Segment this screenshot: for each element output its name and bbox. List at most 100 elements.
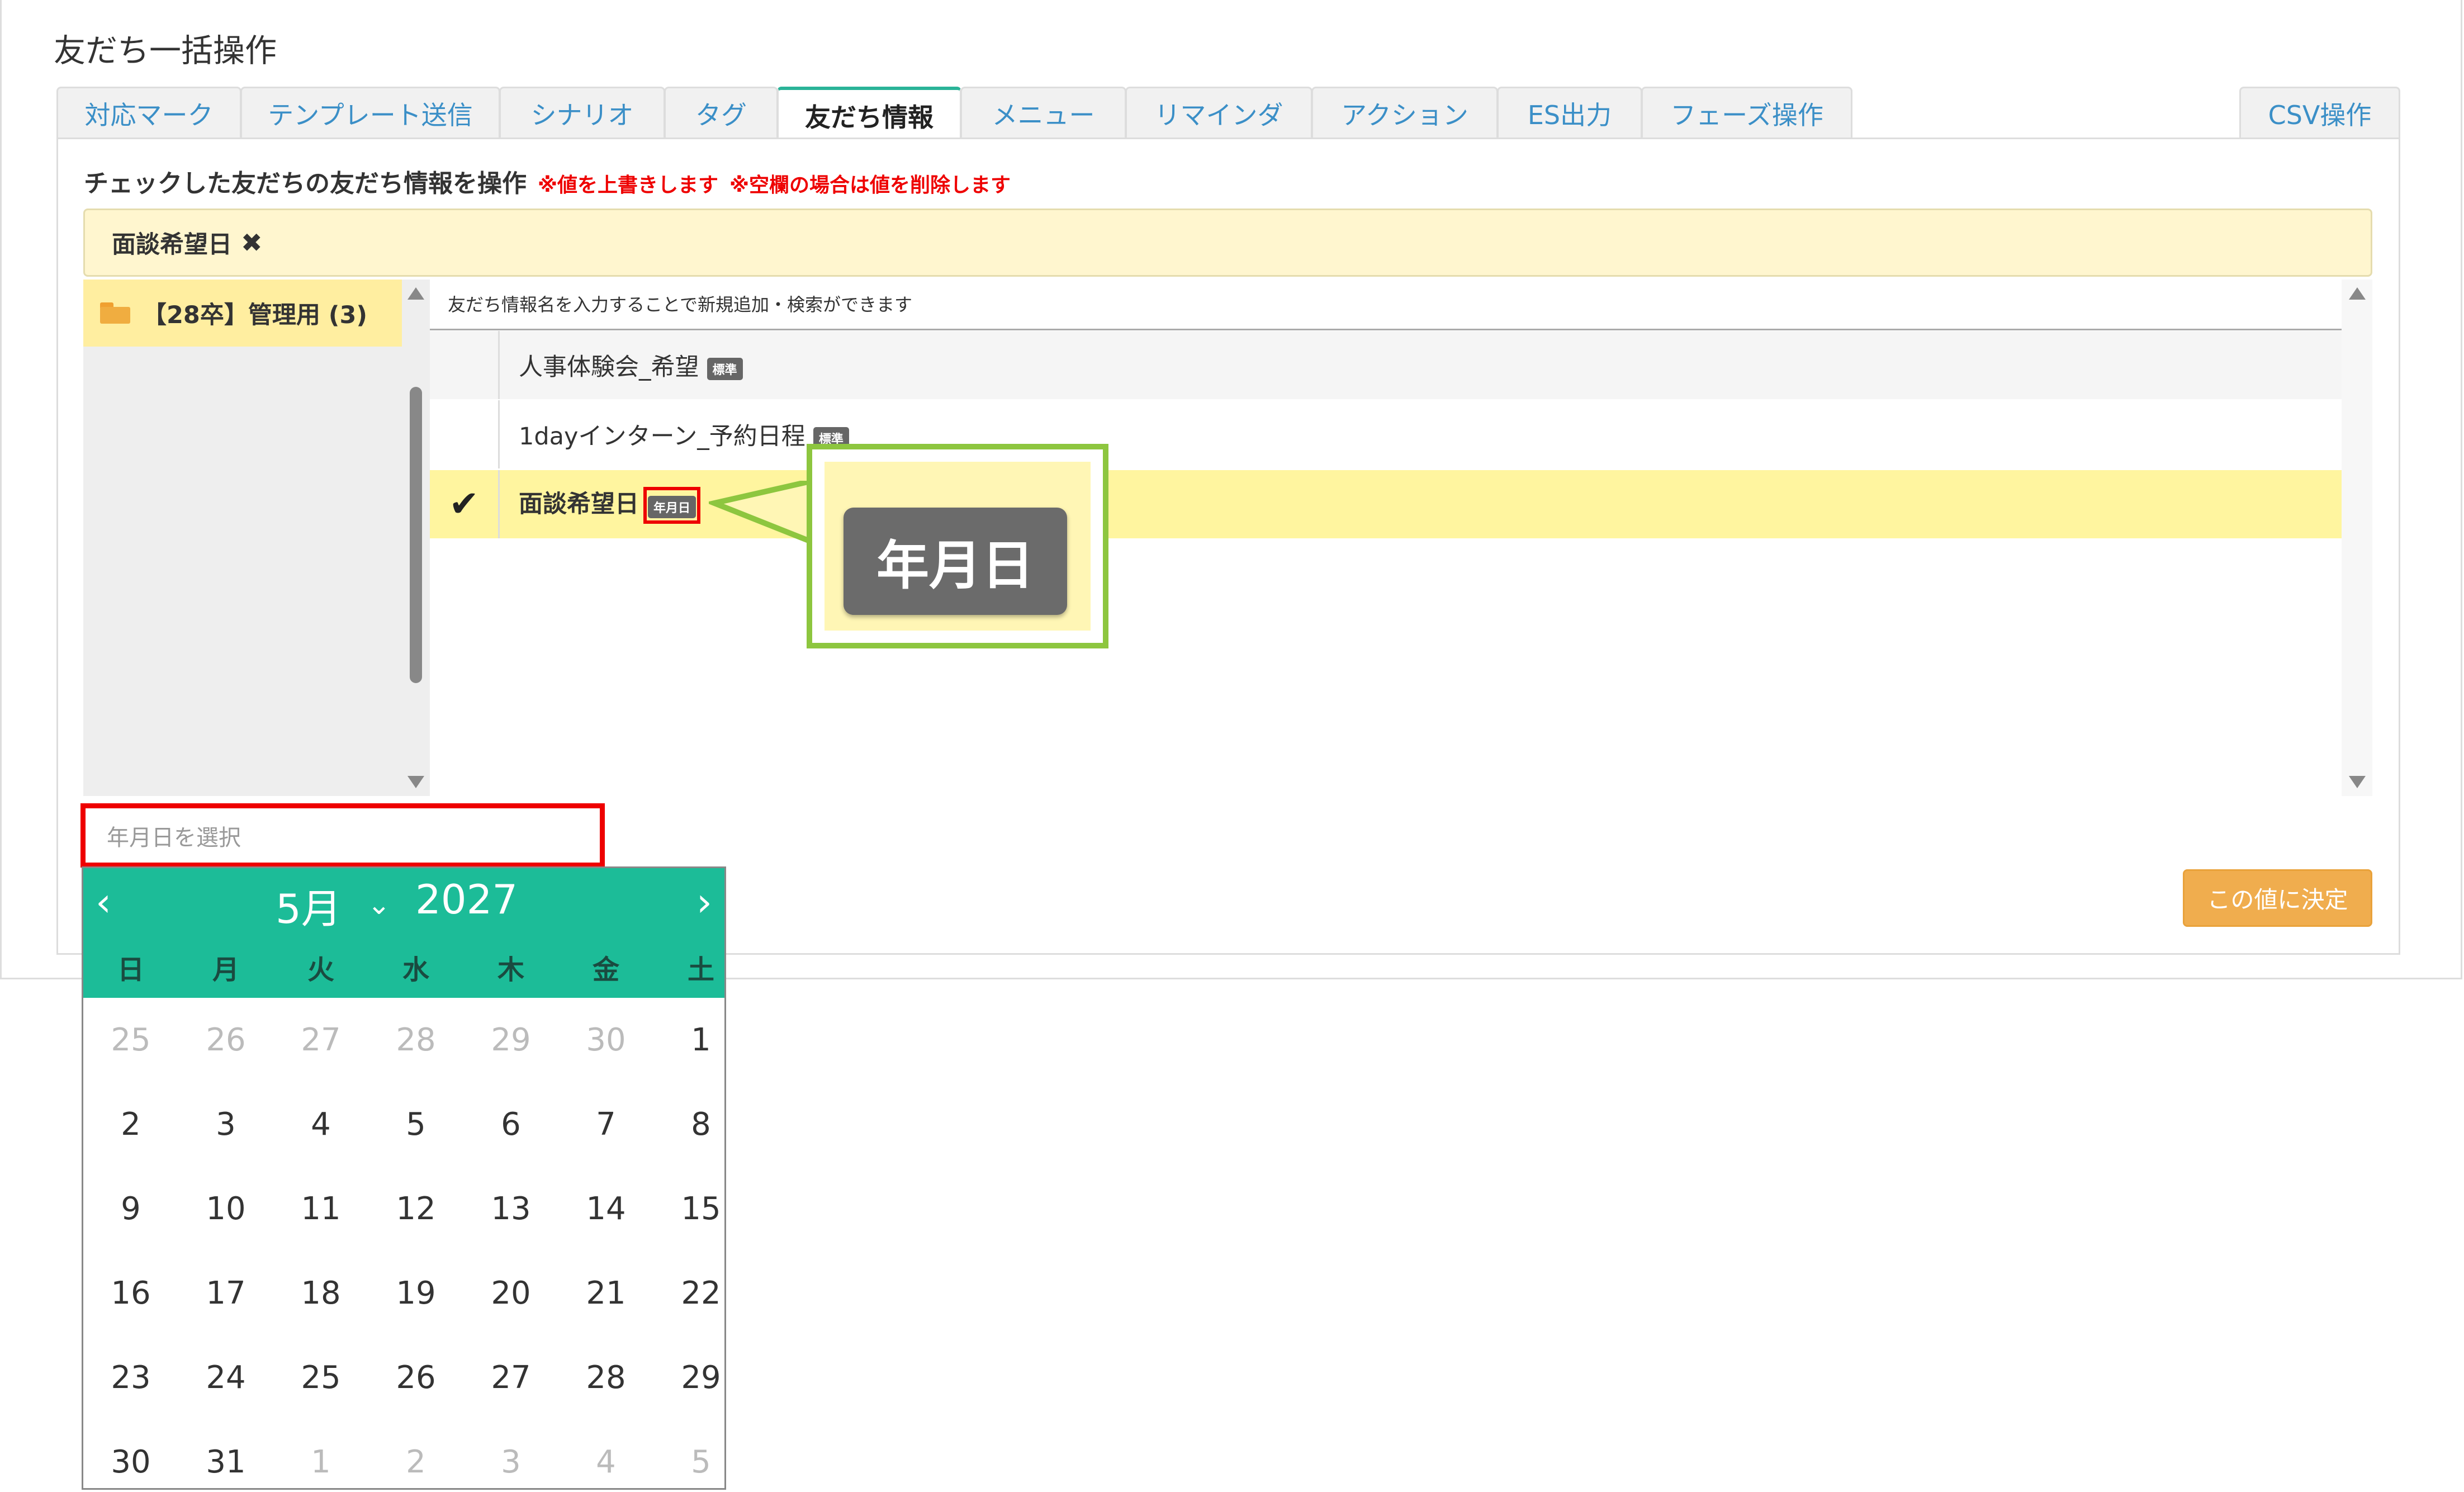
scroll-down-icon[interactable] xyxy=(2348,776,2366,788)
calendar-day[interactable]: 5 xyxy=(653,1444,748,1480)
badge-highlight-box: 年月日 xyxy=(643,487,701,524)
calendar-day[interactable]: 27 xyxy=(463,1360,558,1396)
section-heading: チェックした友だちの友だち情報を操作 xyxy=(84,169,527,198)
page-title: 友だち一括操作 xyxy=(54,32,277,69)
date-input[interactable]: 年月日を選択 xyxy=(80,803,605,868)
tab-es-output[interactable]: ES出力 xyxy=(1497,87,1642,139)
calendar-day[interactable]: 12 xyxy=(368,1191,463,1227)
calendar-day[interactable]: 29 xyxy=(653,1360,748,1396)
checkmark-icon[interactable]: ✔ xyxy=(430,470,500,538)
weekday-label: 日 xyxy=(117,954,144,986)
calendar-day[interactable]: 15 xyxy=(653,1191,748,1227)
next-month-icon[interactable]: › xyxy=(696,879,712,925)
field-checkbox[interactable] xyxy=(430,331,500,399)
field-name: 人事体験会_希望 xyxy=(519,353,699,381)
weekday-label: 水 xyxy=(402,954,429,986)
calendar-day[interactable]: 22 xyxy=(653,1275,748,1311)
calendar-day[interactable]: 30 xyxy=(83,1444,178,1480)
calendar-year[interactable]: 2027 xyxy=(415,876,518,923)
selected-field-bar: 面談希望日 ✖ xyxy=(83,209,2372,277)
field-checkbox[interactable] xyxy=(430,400,500,468)
tab-reminder[interactable]: リマインダ xyxy=(1125,87,1312,139)
calendar-day[interactable]: 2 xyxy=(368,1444,463,1480)
tab-csv[interactable]: CSV操作 xyxy=(2239,87,2400,139)
delete-warning: ※空欄の場合は値を削除します xyxy=(729,174,1011,197)
weekday-label: 月 xyxy=(212,954,239,986)
tab-friend-info[interactable]: 友だち情報 xyxy=(777,87,961,141)
prev-month-icon[interactable]: ‹ xyxy=(96,879,111,925)
callout-pointer xyxy=(709,481,819,547)
field-row[interactable]: 人事体験会_希望 標準 xyxy=(430,331,2342,399)
tab-tag[interactable]: タグ xyxy=(664,87,778,139)
calendar-day[interactable]: 1 xyxy=(653,1022,748,1058)
calendar-day[interactable]: 11 xyxy=(273,1191,368,1227)
folder-item[interactable]: 【28卒】管理用 (3) xyxy=(83,280,402,347)
calendar-day[interactable]: 25 xyxy=(83,1022,178,1058)
remove-field-icon[interactable]: ✖ xyxy=(241,228,263,258)
folder-label: 【28卒】管理用 (3) xyxy=(143,301,368,329)
calendar-day[interactable]: 3 xyxy=(178,1106,273,1143)
field-scrollbar[interactable] xyxy=(2342,280,2372,796)
field-name: 1dayインターン_予約日程 xyxy=(519,423,805,451)
folder-scrollbar[interactable] xyxy=(402,280,430,796)
calendar-day[interactable]: 3 xyxy=(463,1444,558,1480)
calendar-day[interactable]: 13 xyxy=(463,1191,558,1227)
calendar-day[interactable]: 27 xyxy=(273,1022,368,1058)
calendar-day[interactable]: 26 xyxy=(368,1360,463,1396)
date-picker: ‹ 5月 ⌄ 2027 › 日月火水木金土 25 26 27 28 29 30 1 2 3 4 5 6 7… xyxy=(82,866,726,1490)
tab-template[interactable]: テンプレート送信 xyxy=(240,87,500,139)
callout-background: 年月日 xyxy=(825,462,1091,631)
chevron-down-icon[interactable]: ⌄ xyxy=(367,888,391,921)
calendar-day[interactable]: 31 xyxy=(178,1444,273,1480)
calendar-day[interactable]: 25 xyxy=(273,1360,368,1396)
calendar-day[interactable]: 4 xyxy=(273,1106,368,1143)
calendar-day[interactable]: 17 xyxy=(178,1275,273,1311)
calendar-day[interactable]: 6 xyxy=(463,1106,558,1143)
calendar-day[interactable]: 20 xyxy=(463,1275,558,1311)
callout-badge: 年月日 xyxy=(844,508,1067,615)
weekday-label: 土 xyxy=(687,954,714,986)
tab-menu[interactable]: メニュー xyxy=(960,87,1126,139)
calendar-day[interactable]: 9 xyxy=(83,1191,178,1227)
scroll-down-icon[interactable] xyxy=(407,776,424,788)
tab-scenario[interactable]: シナリオ xyxy=(499,87,665,139)
calendar-day[interactable]: 7 xyxy=(558,1106,653,1143)
scroll-up-icon[interactable] xyxy=(2348,287,2366,300)
calendar-day[interactable]: 1 xyxy=(273,1444,368,1480)
field-row[interactable]: 1dayインターン_予約日程 標準 xyxy=(430,400,2342,468)
calendar-day[interactable]: 29 xyxy=(463,1022,558,1058)
field-type-badge: 年月日 xyxy=(648,495,696,518)
calendar-day[interactable]: 19 xyxy=(368,1275,463,1311)
field-name: 面談希望日 xyxy=(519,490,639,518)
calendar-day[interactable]: 16 xyxy=(83,1275,178,1311)
calendar-day[interactable]: 8 xyxy=(653,1106,748,1143)
calendar-day[interactable]: 5 xyxy=(368,1106,463,1143)
divider xyxy=(430,329,2342,330)
field-type-badge: 標準 xyxy=(707,357,743,380)
field-picker: 【28卒】管理用 (3) 友だち情報名を入力することで新規追加・検索ができます … xyxy=(83,280,2372,796)
calendar-day[interactable]: 4 xyxy=(558,1444,653,1480)
calendar-month[interactable]: 5月 xyxy=(276,876,342,935)
scroll-up-icon[interactable] xyxy=(407,287,424,300)
calendar-day[interactable]: 30 xyxy=(558,1022,653,1058)
selected-field-label: 面談希望日 xyxy=(112,231,232,259)
tab-mark[interactable]: 対応マーク xyxy=(56,87,241,139)
calendar-day[interactable]: 10 xyxy=(178,1191,273,1227)
calendar-day[interactable]: 24 xyxy=(178,1360,273,1396)
folder-open-icon xyxy=(100,302,130,324)
calendar-day[interactable]: 18 xyxy=(273,1275,368,1311)
scroll-thumb[interactable] xyxy=(410,387,422,683)
calendar-day[interactable]: 21 xyxy=(558,1275,653,1311)
calendar-day[interactable]: 14 xyxy=(558,1191,653,1227)
tab-action[interactable]: アクション xyxy=(1311,87,1498,139)
calendar-day[interactable]: 26 xyxy=(178,1022,273,1058)
tab-phase[interactable]: フェーズ操作 xyxy=(1641,87,1852,139)
weekday-label: 火 xyxy=(307,954,334,986)
calendar-day[interactable]: 28 xyxy=(558,1360,653,1396)
decide-button[interactable]: この値に決定 xyxy=(2183,869,2372,927)
weekday-label: 金 xyxy=(592,954,619,986)
calendar-day[interactable]: 2 xyxy=(83,1106,178,1143)
calendar-day[interactable]: 23 xyxy=(83,1360,178,1396)
calendar-day[interactable]: 28 xyxy=(368,1022,463,1058)
search-hint: 友だち情報名を入力することで新規追加・検索ができます xyxy=(448,294,913,315)
